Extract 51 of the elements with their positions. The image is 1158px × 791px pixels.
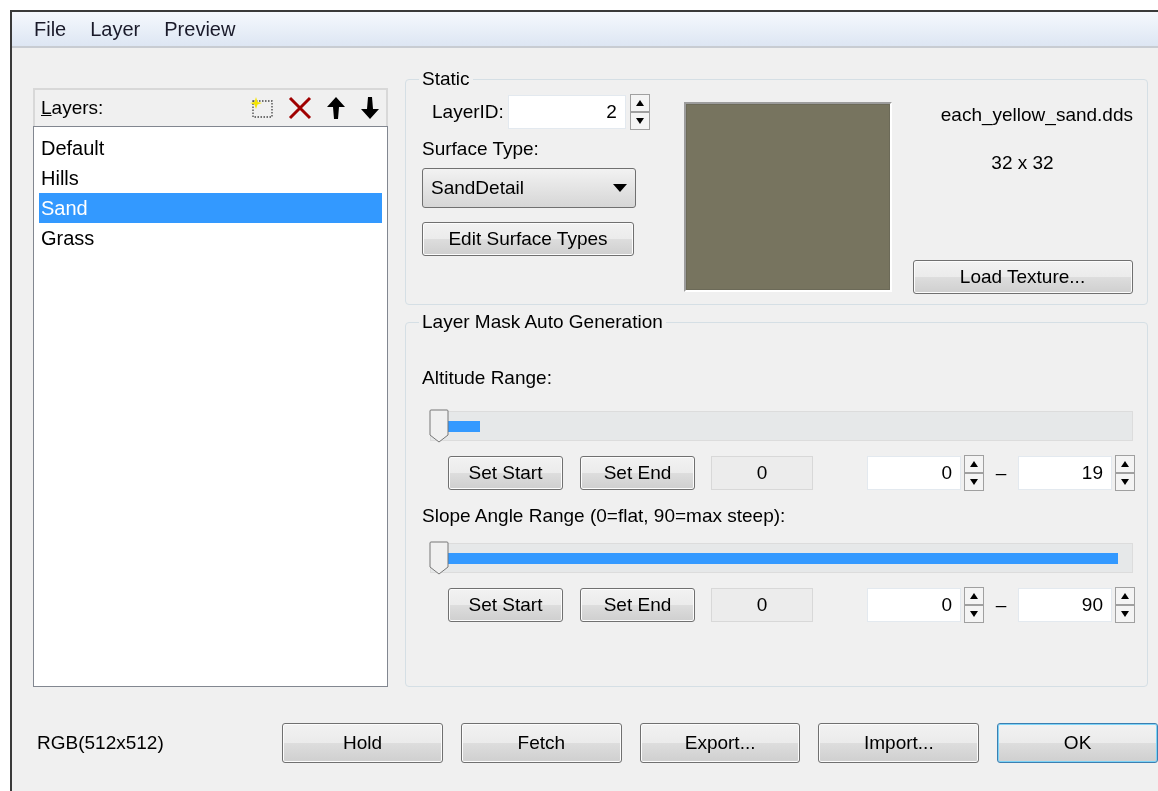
slider-thumb[interactable] [429, 409, 449, 443]
load-texture-button[interactable]: Load Texture... [912, 260, 1133, 294]
dialog-button[interactable]: OK [997, 723, 1158, 763]
up-arrow-icon[interactable] [326, 96, 346, 120]
range-separator: – [994, 462, 1008, 484]
layer-id-field[interactable]: 2 [507, 95, 626, 129]
spin-buttons[interactable] [1115, 455, 1135, 491]
caret-icon [613, 184, 627, 192]
group-title: Layer Mask Auto Generation [421, 311, 664, 333]
spin-buttons[interactable] [964, 587, 984, 623]
texture-filename: each_yellow_sand.dds [940, 104, 1133, 126]
range-start-field[interactable]: 0 [867, 588, 961, 622]
menu-item[interactable]: File [22, 17, 79, 41]
dialog-button[interactable]: Fetch [460, 723, 622, 763]
spin-buttons[interactable] [629, 94, 650, 130]
dotted-square-icon[interactable] [250, 97, 274, 119]
surface-type-dropdown[interactable]: SandDetail [422, 168, 636, 208]
dialog-button[interactable]: Import... [818, 723, 980, 763]
range-reading: 0 [711, 588, 813, 622]
edit-surface-types-button[interactable]: Edit Surface Types [422, 222, 634, 256]
range-slider[interactable] [430, 411, 1133, 441]
range-start-field[interactable]: 0 [867, 456, 961, 490]
range-label: Slope Angle Range (0=flat, 90=max steep): [422, 505, 787, 527]
range-separator: – [994, 594, 1008, 616]
set-start-button[interactable]: Set Start [448, 588, 563, 622]
dialog-button[interactable]: Export... [639, 723, 801, 763]
dialog-button[interactable]: Hold [282, 723, 443, 763]
list-row[interactable]: Grass [39, 223, 382, 253]
delete-icon[interactable] [288, 96, 312, 120]
set-end-button[interactable]: Set End [580, 456, 695, 490]
field-label: Surface Type: [422, 138, 540, 160]
group-title: Static [421, 68, 471, 90]
layers-title: Layers: [41, 97, 105, 119]
down-arrow-icon[interactable] [360, 96, 380, 120]
range-end-field[interactable]: 19 [1018, 456, 1112, 490]
spin-buttons[interactable] [964, 455, 984, 491]
menu-item[interactable]: Preview [152, 17, 248, 41]
menu-item[interactable]: Layer [78, 17, 153, 41]
field-label: LayerID: [432, 101, 504, 123]
list-row[interactable]: Hills [39, 163, 382, 193]
range-end-field[interactable]: 90 [1018, 588, 1112, 622]
range-label: Altitude Range: [422, 367, 553, 389]
list-row[interactable]: Default [39, 133, 382, 163]
range-slider[interactable] [430, 543, 1133, 573]
texture-size: 32 x 32 [991, 152, 1054, 175]
range-reading: 0 [711, 456, 813, 490]
set-end-button[interactable]: Set End [580, 588, 695, 622]
status-text: RGB(512x512) [37, 732, 165, 754]
set-start-button[interactable]: Set Start [448, 456, 563, 490]
spin-buttons[interactable] [1115, 587, 1135, 623]
slider-thumb[interactable] [429, 541, 449, 575]
